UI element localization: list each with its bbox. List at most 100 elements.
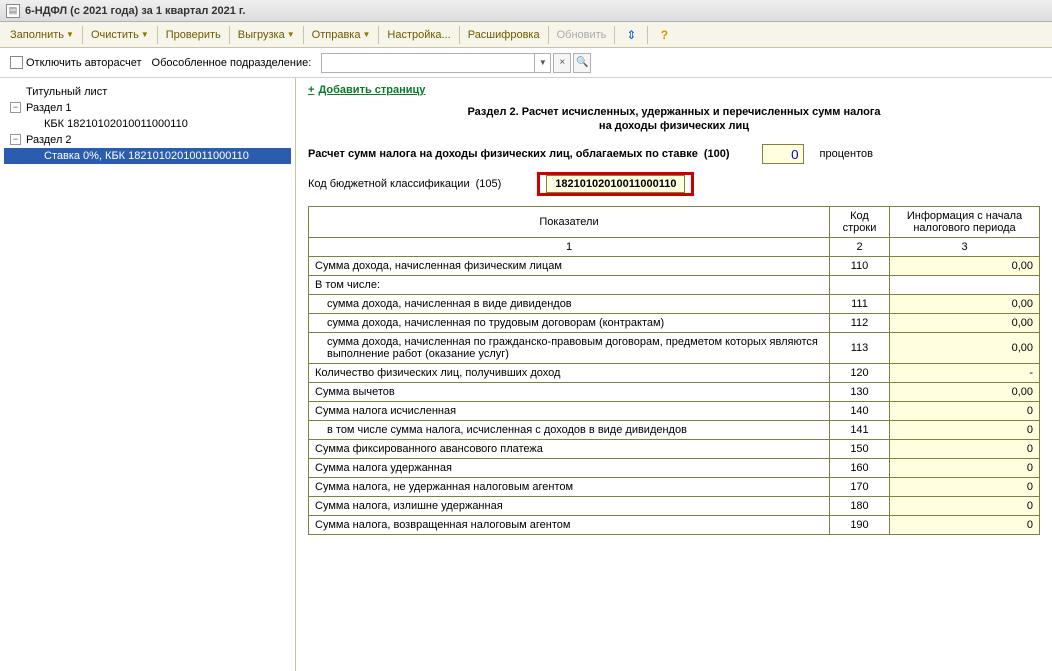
row-label: в том числе сумма налога, исчисленная с … [309,421,830,440]
separator [459,26,460,44]
window-title: 6-НДФЛ (с 2021 года) за 1 квартал 2021 г… [25,5,245,17]
table-row: сумма дохода, начисленная по гражданско-… [309,333,1040,364]
disable-autocalc-checkbox[interactable]: Отключить авторасчет [10,56,142,69]
separator [378,26,379,44]
separator [229,26,230,44]
clear-button[interactable]: Очистить▼ [85,26,155,44]
row-code: 160 [830,459,890,478]
clear-subdivision-button[interactable]: × [553,53,571,73]
chevron-down-icon: ▼ [534,54,550,72]
fill-label: Заполнить [10,29,64,41]
tree-item-title-page[interactable]: Титульный лист [4,84,291,100]
row-value[interactable]: 0,00 [890,383,1040,402]
row-label: сумма дохода, начисленная по гражданско-… [309,333,830,364]
fill-button[interactable]: Заполнить▼ [4,26,80,44]
search-subdivision-button[interactable]: 🔍 [573,53,591,73]
row-value[interactable]: 0 [890,516,1040,535]
row-value[interactable]: 0 [890,440,1040,459]
row-value [890,276,1040,295]
subdivision-label: Обособленное подразделение: [152,57,312,69]
rate-input[interactable] [762,144,804,164]
subdivision-select[interactable]: ▼ [321,53,551,73]
table-row: сумма дохода, начисленная в виде дивиден… [309,295,1040,314]
row-value[interactable]: 0,00 [890,314,1040,333]
table-row: Сумма налога, не удержанная налоговым аг… [309,478,1040,497]
row-code: 170 [830,478,890,497]
kbk-label: Код бюджетной классификации [308,178,470,190]
row-value[interactable]: 0 [890,497,1040,516]
check-button[interactable]: Проверить [160,26,227,44]
table-header-row: Показатели Код строки Информация с начал… [309,207,1040,238]
tree-label: Титульный лист [26,86,107,98]
separator [614,26,615,44]
table-row: Сумма налога исчисленная1400 [309,402,1040,421]
check-label: Проверить [166,29,221,41]
row-value[interactable]: 0 [890,402,1040,421]
decode-button[interactable]: Расшифровка [462,26,546,44]
add-page-link[interactable]: + Добавить страницу [308,84,1040,96]
tree-item-section2-rate[interactable]: Ставка 0%, КБК 18210102010011000110 [4,148,291,164]
row-value[interactable]: 0,00 [890,333,1040,364]
row-value[interactable]: 0,00 [890,257,1040,276]
tree-label: Ставка 0%, КБК 18210102010011000110 [44,150,249,162]
rate-row: Расчет сумм налога на доходы физических … [308,144,1040,164]
row-code: 111 [830,295,890,314]
row-label: Сумма вычетов [309,383,830,402]
row-code: 190 [830,516,890,535]
decode-label: Расшифровка [468,29,540,41]
row-label: Количество физических лиц, получивших до… [309,364,830,383]
row-value[interactable]: 0 [890,459,1040,478]
collapse-icon[interactable]: − [10,134,21,145]
header-indicator: Показатели [309,207,830,238]
kbk-row: Код бюджетной классификации (105) 182101… [308,172,1040,196]
option-bar: Отключить авторасчет Обособленное подраз… [0,48,1052,78]
table-row: Сумма фиксированного авансового платежа1… [309,440,1040,459]
settings-button[interactable]: Настройка... [381,26,456,44]
row-code: 113 [830,333,890,364]
collapse-button[interactable]: ⇕ [617,24,645,46]
row-label: сумма дохода, начисленная по трудовым до… [309,314,830,333]
search-icon: 🔍 [576,57,588,68]
table-row: Сумма вычетов1300,00 [309,383,1040,402]
row-value[interactable]: 0 [890,478,1040,497]
section-subtitle: на доходы физических лиц [308,120,1040,132]
kbk-code: (105) [476,178,502,190]
row-label: Сумма налога удержанная [309,459,830,478]
data-table: Показатели Код строки Информация с начал… [308,206,1040,535]
row-value[interactable]: 0 [890,421,1040,440]
row-label: Сумма налога, излишне удержанная [309,497,830,516]
table-row: Сумма налога, излишне удержанная1800 [309,497,1040,516]
disable-autocalc-label: Отключить авторасчет [26,57,142,69]
collapse-icon[interactable]: − [10,102,21,113]
tree-item-section1-kbk[interactable]: КБК 18210102010011000110 [4,116,291,132]
tree-item-section2[interactable]: − Раздел 2 [4,132,291,148]
table-row: В том числе: [309,276,1040,295]
chevron-down-icon: ▼ [362,30,370,39]
sidebar-tree: Титульный лист − Раздел 1 КБК 1821010201… [0,78,296,671]
refresh-label: Обновить [557,29,607,41]
help-button[interactable]: ? [650,24,678,46]
chevron-down-icon: ▼ [141,30,149,39]
kbk-value-box[interactable]: 18210102010011000110 [546,175,685,193]
plus-icon: + [308,84,314,96]
row-value[interactable]: 0,00 [890,295,1040,314]
row-code: 130 [830,383,890,402]
row-label: Сумма фиксированного авансового платежа [309,440,830,459]
refresh-button[interactable]: Обновить [551,26,613,44]
chevron-down-icon: ▼ [287,30,295,39]
clear-label: Очистить [91,29,139,41]
main-toolbar: Заполнить▼ Очистить▼ Проверить Выгрузка▼… [0,22,1052,48]
colnum-3: 3 [890,238,1040,257]
send-button[interactable]: Отправка▼ [306,26,377,44]
export-button[interactable]: Выгрузка▼ [232,26,301,44]
kbk-highlight: 18210102010011000110 [537,172,694,196]
tree-item-section1[interactable]: − Раздел 1 [4,100,291,116]
row-value[interactable]: - [890,364,1040,383]
row-code [830,276,890,295]
separator [303,26,304,44]
table-row: Сумма дохода, начисленная физическим лиц… [309,257,1040,276]
close-icon: × [559,57,565,68]
separator [647,26,648,44]
row-label: Сумма налога, не удержанная налоговым аг… [309,478,830,497]
row-label: Сумма налога исчисленная [309,402,830,421]
